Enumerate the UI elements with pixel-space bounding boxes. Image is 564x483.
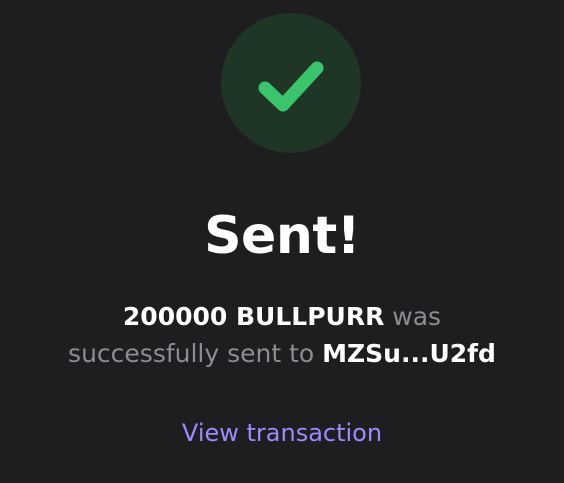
send-success-screen: Sent! 200000 BULLPURR was successfully s… <box>0 0 564 483</box>
checkmark-icon <box>258 61 324 112</box>
page-title: Sent! <box>204 206 360 266</box>
success-badge <box>221 13 361 153</box>
view-transaction-link[interactable]: View transaction <box>0 416 564 450</box>
recipient-address: MZSu...U2fd <box>322 339 496 368</box>
success-message: 200000 BULLPURR was successfully sent to… <box>60 298 504 372</box>
sent-amount: 200000 BULLPURR <box>122 302 385 331</box>
